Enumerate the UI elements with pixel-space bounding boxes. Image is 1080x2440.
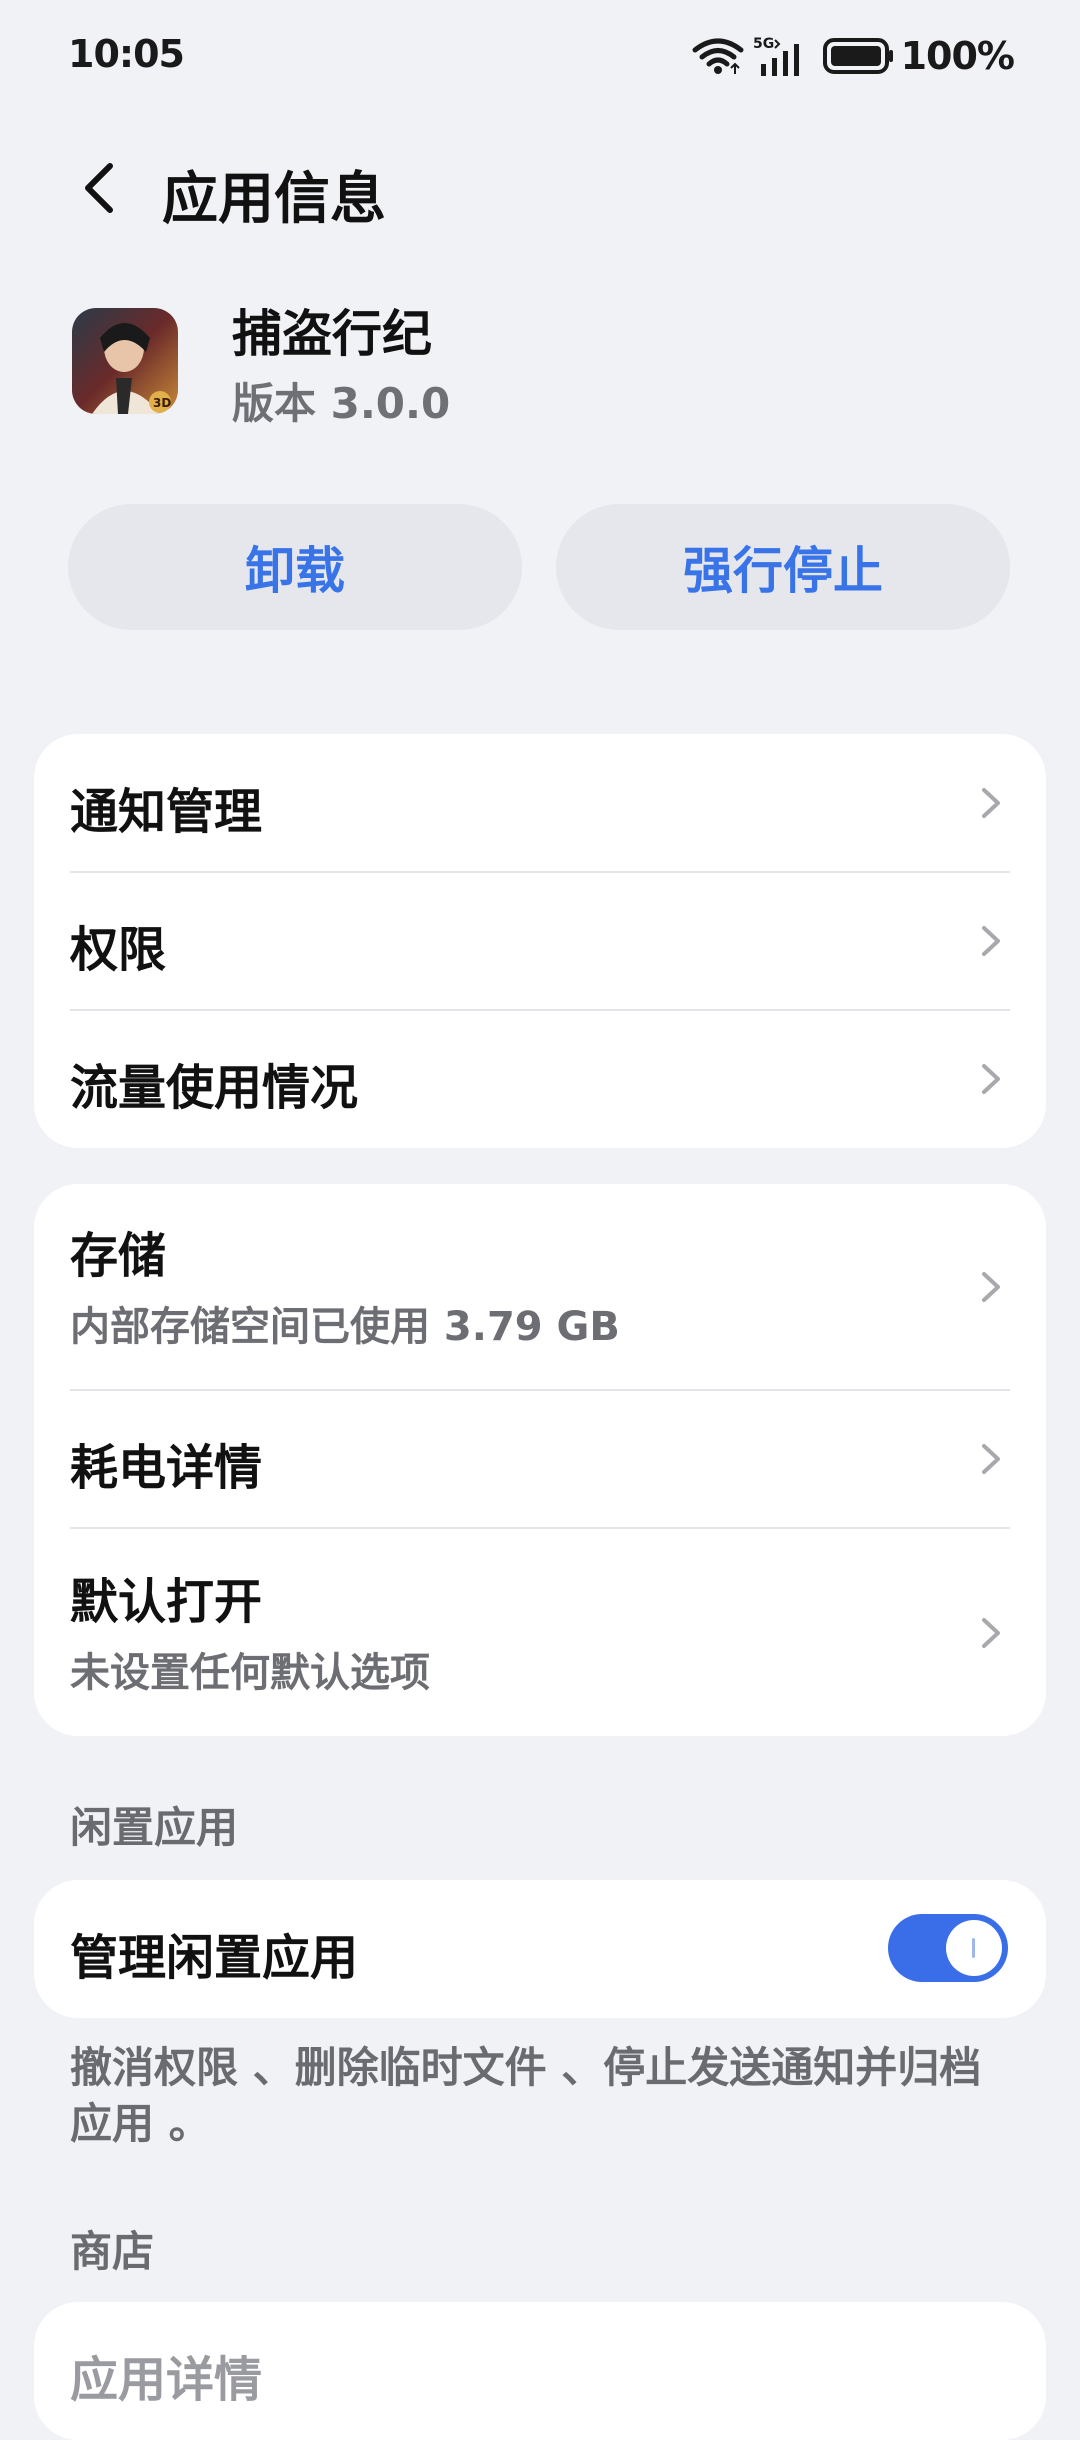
row-sublabel: 未设置任何默认选项 [70,1650,430,1696]
chevron-right-icon [970,1434,1010,1484]
chevron-right-icon [970,1262,1010,1312]
chevron-right-icon [970,916,1010,966]
page-title: 应用信息 [162,167,386,232]
app-info: 3D 捕盗行纪 版本 3.0.0 [0,290,1080,440]
status-time: 10:05 [68,32,185,76]
row-label: 权限 [70,922,167,978]
row-label: 耗电详情 [70,1440,263,1496]
row-label: 默认打开 [70,1574,263,1630]
row-open-by-default[interactable]: 默认打开 未设置任何默认选项 [70,1528,1010,1736]
settings-card-idle: 管理闲置应用 [34,1880,1046,2018]
row-notification-management[interactable]: 通知管理 [70,734,1010,872]
row-app-details[interactable]: 应用详情 [70,2302,1010,2440]
row-sublabel: 内部存储空间已使用 3.79 GB [70,1304,620,1350]
idle-apps-description: 撤消权限 、删除临时文件 、停止发送通知并归档应用 。 [70,2043,982,2148]
app-name: 捕盗行纪 [232,305,432,363]
force-stop-button[interactable]: 强行停止 [556,504,1010,630]
settings-card-store: 应用详情 [34,2302,1046,2440]
wifi-icon [691,36,745,76]
section-header-idle-apps: 闲置应用 [70,1803,239,1852]
settings-card-general: 通知管理 权限 流量使用情况 [34,734,1046,1148]
row-label: 流量使用情况 [70,1060,359,1116]
header: 应用信息 [0,130,1080,250]
status-bar: 10:05 5G 100% [0,0,1080,116]
section-header-store: 商店 [70,2227,155,2276]
chevron-right-icon [970,1608,1010,1658]
network-type-label: 5G [753,36,774,52]
toggle-knob [946,1920,1002,1976]
uninstall-button[interactable]: 卸载 [68,504,522,630]
status-icons: 5G 100% [691,34,1015,78]
row-label: 通知管理 [70,784,263,840]
back-button[interactable] [60,150,140,230]
battery-icon [822,36,895,76]
chevron-right-icon [970,778,1010,828]
app-icon-badge: 3D [153,396,171,410]
manage-idle-apps-toggle[interactable] [888,1914,1008,1982]
battery-percentage: 100% [900,34,1015,78]
row-battery-details[interactable]: 耗电详情 [70,1390,1010,1528]
app-version: 版本 3.0.0 [232,379,451,428]
row-storage[interactable]: 存储 内部存储空间已使用 3.79 GB [70,1184,1010,1390]
row-label: 存储 [70,1228,167,1284]
manage-idle-apps-label: 管理闲置应用 [70,1930,359,1986]
settings-card-storage: 存储 内部存储空间已使用 3.79 GB 耗电详情 默认打开 未设置任何默认选项 [34,1184,1046,1736]
app-icon: 3D [72,308,178,414]
row-permissions[interactable]: 权限 [70,872,1010,1010]
chevron-right-icon [970,1054,1010,1104]
row-data-usage[interactable]: 流量使用情况 [70,1010,1010,1148]
signal-icon: 5G [753,34,809,78]
back-arrow-icon [80,160,120,220]
row-label: 应用详情 [70,2352,263,2408]
